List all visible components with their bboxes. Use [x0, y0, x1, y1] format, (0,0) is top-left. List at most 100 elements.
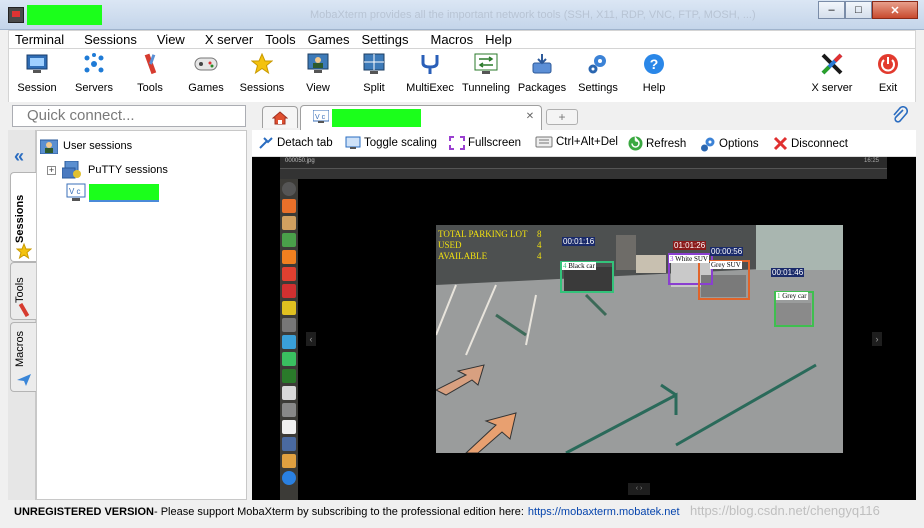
timer-white-suv: 01:01:26: [673, 241, 707, 250]
refresh-button[interactable]: Refresh: [628, 136, 686, 151]
tree-root-user-sessions[interactable]: User sessions: [40, 138, 132, 154]
fullscreen-button[interactable]: Fullscreen: [449, 136, 521, 150]
view-button[interactable]: View: [287, 52, 349, 94]
label-black-car: 4 Black car: [562, 262, 596, 270]
tab-tools[interactable]: Tools: [10, 262, 36, 320]
app-icon-9: [282, 318, 296, 332]
app-icon-17: [282, 454, 296, 468]
menu-sessions[interactable]: Sessions: [78, 32, 143, 47]
help-icon: ?: [642, 52, 666, 76]
redacted-tab-title: [332, 109, 421, 127]
svg-text:?: ?: [650, 56, 659, 72]
remote-clock: 16:25: [863, 158, 879, 164]
mobatek-link[interactable]: https://mobaxterm.mobatek.net: [528, 506, 680, 518]
scaling-icon: [345, 136, 361, 150]
maximize-button[interactable]: □: [845, 1, 872, 19]
next-image-icon[interactable]: ›: [872, 332, 882, 346]
split-button[interactable]: Split: [343, 52, 405, 94]
exit-button[interactable]: Exit: [857, 52, 919, 94]
options-button[interactable]: Options: [700, 136, 759, 152]
quick-connect-input[interactable]: Quick connect...: [12, 105, 246, 127]
tree-group-putty[interactable]: + PuTTY sessions: [47, 161, 168, 179]
sessions-button[interactable]: Sessions: [231, 52, 293, 94]
paperclip-icon[interactable]: [892, 105, 909, 124]
label-white-suv: 3 White SUV: [669, 255, 709, 263]
menu-help[interactable]: Help: [479, 32, 518, 47]
session-tab[interactable]: V c ✕: [300, 105, 542, 130]
app-icon-12: [282, 369, 296, 383]
home-tab[interactable]: [262, 106, 298, 128]
timer-grey-car: 00:01:46: [771, 268, 805, 277]
settings-button[interactable]: Settings: [567, 52, 629, 94]
svg-text:V c: V c: [315, 114, 326, 121]
view-icon: [306, 52, 330, 76]
menu-bar: Terminal Sessions View X server Tools Ga…: [8, 30, 916, 49]
disconnect-icon: [773, 136, 788, 151]
tree-item-vnc-session[interactable]: V c: [66, 183, 159, 203]
multiexec-icon: [418, 52, 442, 76]
previous-image-icon[interactable]: ‹: [306, 332, 316, 346]
image-viewer: ‹ › TOTAL PARKING LOT 8 USED 4 AVAILABLE…: [298, 179, 887, 500]
xserver-button[interactable]: X server: [801, 52, 863, 94]
calc-icon: [282, 233, 296, 247]
tab-sessions[interactable]: Sessions: [10, 172, 36, 262]
timer-black-car: 00:01:16: [562, 237, 596, 246]
parking-lot-photo: TOTAL PARKING LOT 8 USED 4 AVAILABLE 4 0…: [436, 225, 843, 453]
new-tab-button[interactable]: +: [546, 109, 578, 125]
games-icon: [194, 52, 218, 76]
tab-close-icon[interactable]: ✕: [524, 111, 536, 123]
menu-tools[interactable]: Tools: [259, 32, 301, 47]
session-button[interactable]: Session: [6, 52, 68, 94]
app-icon-8: [282, 301, 296, 315]
files-icon: [282, 216, 296, 230]
menu-macros[interactable]: Macros: [424, 32, 479, 47]
remote-window-title: 000050.jpg 16:25: [280, 157, 887, 169]
help-button[interactable]: ? Help: [623, 52, 685, 94]
remote-top-panel: [280, 169, 887, 179]
packages-button[interactable]: Packages: [511, 52, 573, 94]
menu-settings[interactable]: Settings: [356, 32, 415, 47]
star-icon: [16, 243, 32, 259]
viewer-controls[interactable]: ‹ ›: [628, 483, 650, 495]
tunneling-button[interactable]: Tunneling: [455, 52, 517, 94]
games-button[interactable]: Games: [175, 52, 237, 94]
expand-icon[interactable]: +: [47, 165, 56, 175]
servers-button[interactable]: Servers: [63, 52, 125, 94]
vnc-session-icon: V c: [66, 183, 86, 201]
menu-games[interactable]: Games: [302, 32, 356, 47]
vnc-icon: V c: [312, 109, 330, 127]
remote-desktop-view[interactable]: 000050.jpg 16:25 ‹ › TOTAL PARKING LOT 8…: [252, 157, 916, 500]
menu-view[interactable]: View: [151, 32, 191, 47]
ctrl-alt-del-button[interactable]: Ctrl+Alt+Del: [535, 136, 618, 148]
window-controls: – □ ✕: [818, 1, 918, 19]
tools-icon: [138, 52, 162, 76]
exit-icon: [876, 52, 900, 76]
packages-icon: [530, 52, 554, 76]
app-icon-10: [282, 335, 296, 349]
collapse-sidebar-icon[interactable]: «: [14, 146, 24, 167]
tools-button[interactable]: Tools: [119, 52, 181, 94]
multiexec-button[interactable]: MultiExec: [399, 52, 461, 94]
disconnect-button[interactable]: Disconnect: [773, 136, 848, 151]
overlay-total-value: 8: [537, 229, 542, 239]
tree-label-user-sessions: User sessions: [63, 140, 133, 152]
sessions-tree: User sessions + PuTTY sessions V c: [36, 130, 247, 500]
user-sessions-icon: [40, 139, 58, 154]
overlay-used-label: USED: [438, 240, 462, 250]
overlay-available-value: 4: [537, 251, 542, 261]
toggle-scaling-button[interactable]: Toggle scaling: [345, 136, 437, 150]
minimize-button[interactable]: –: [818, 1, 845, 19]
status-message: - Please support MobaXterm by subscribin…: [153, 505, 524, 518]
fullscreen-icon: [449, 136, 465, 150]
close-button[interactable]: ✕: [872, 1, 918, 19]
unregistered-label: UNREGISTERED VERSION: [14, 505, 154, 518]
menu-terminal[interactable]: Terminal: [9, 32, 70, 47]
tab-macros[interactable]: Macros: [10, 322, 36, 392]
app-icon: [8, 7, 24, 23]
menu-xserver[interactable]: X server: [199, 32, 259, 47]
detach-tab-button[interactable]: Detach tab: [258, 136, 333, 150]
app-icon-15: [282, 420, 296, 434]
options-icon: [700, 136, 716, 152]
refresh-icon: [628, 136, 643, 151]
firefox-icon: [282, 199, 296, 213]
